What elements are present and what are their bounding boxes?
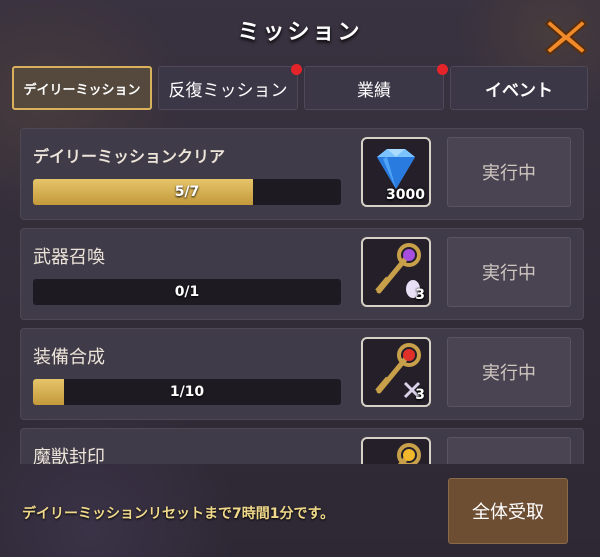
status-button[interactable] — [447, 437, 571, 464]
reward-count: 3 — [415, 287, 425, 303]
status-button[interactable]: 実行中 — [447, 237, 571, 307]
progress-text: 0/1 — [174, 284, 200, 300]
reward-count: 3 — [415, 387, 425, 403]
progress-text: 5/7 — [174, 184, 200, 200]
reward-slot[interactable]: 3 — [361, 237, 431, 307]
tab-daily-mission[interactable]: デイリーミッション — [12, 66, 152, 110]
tab-achievements[interactable]: 業績 — [304, 64, 448, 110]
reward-slot[interactable]: 3000 — [361, 137, 431, 207]
mission-row: 武器召喚 0/1 3 実行中 — [20, 228, 584, 320]
claim-all-label: 全体受取 — [472, 502, 544, 523]
progress-bar: 5/7 — [33, 179, 341, 205]
mission-name: 装備合成 — [33, 347, 105, 368]
tab-event[interactable]: イベント — [450, 66, 588, 110]
notification-badge — [291, 64, 302, 75]
tab-label: 業績 — [357, 80, 391, 101]
progress-text: 1/10 — [169, 384, 205, 400]
mission-name: 魔獣封印 — [33, 447, 105, 464]
mission-panel: ミッション デイリーミッション 反復ミッション 業績 イベント デイリーミッショ… — [0, 0, 600, 557]
mission-list[interactable]: デイリーミッションクリア 5/7 3000 実行中 武器召喚 0/1 3 実行中… — [20, 128, 584, 464]
tab-repeat-mission[interactable]: 反復ミッション — [158, 64, 302, 110]
status-button[interactable]: 実行中 — [447, 137, 571, 207]
status-label: 実行中 — [482, 363, 536, 384]
mission-name: デイリーミッションクリア — [33, 147, 226, 166]
mission-name: 武器召喚 — [33, 247, 105, 268]
tab-bar: デイリーミッション 反復ミッション 業績 イベント — [12, 64, 590, 112]
mission-row: デイリーミッションクリア 5/7 3000 実行中 — [20, 128, 584, 220]
status-label: 実行中 — [482, 163, 536, 184]
tab-label: デイリーミッション — [23, 82, 141, 98]
close-button[interactable] — [544, 16, 588, 56]
mission-row: 魔獣封印 — [20, 428, 584, 464]
tab-label: 反復ミッション — [168, 80, 288, 101]
close-icon — [544, 18, 588, 56]
status-label: 実行中 — [482, 263, 536, 284]
reset-countdown-text: デイリーミッションリセットまで7時間1分です。 — [22, 506, 335, 522]
notification-badge — [437, 64, 448, 75]
mission-row: 装備合成 1/10 3 実行中 — [20, 328, 584, 420]
reward-slot[interactable]: 3 — [361, 337, 431, 407]
status-button[interactable]: 実行中 — [447, 337, 571, 407]
reward-slot[interactable] — [361, 437, 431, 464]
progress-bar: 1/10 — [33, 379, 341, 405]
claim-all-button[interactable]: 全体受取 — [448, 478, 568, 544]
reward-count: 3000 — [386, 187, 425, 203]
progress-bar: 0/1 — [33, 279, 341, 305]
tab-label: イベント — [485, 80, 553, 101]
yellow-gem-key-icon — [397, 443, 421, 464]
page-title: ミッション — [237, 20, 363, 45]
